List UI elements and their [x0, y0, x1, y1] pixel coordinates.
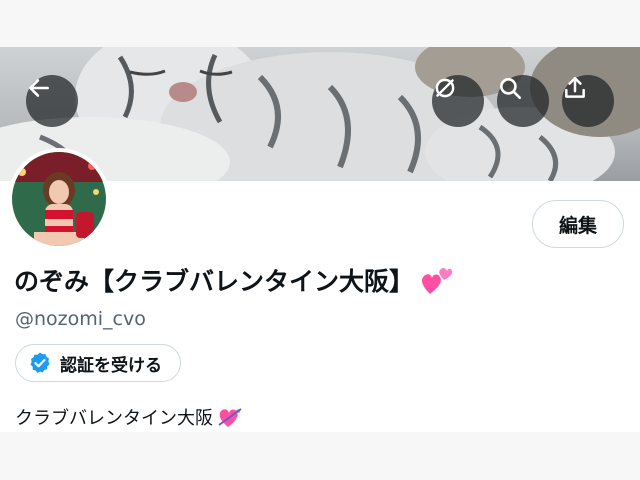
two-hearts-emoji [420, 264, 454, 296]
share-icon [565, 77, 585, 98]
profile-bio: クラブバレンタイン大阪 [15, 404, 243, 430]
search-icon [500, 78, 522, 100]
bottom-area [0, 432, 640, 480]
search-button[interactable] [497, 75, 549, 127]
edit-profile-button[interactable]: 編集 [532, 200, 624, 248]
translate-button[interactable] [432, 75, 484, 127]
user-handle: @nozomi_cvo [15, 308, 146, 330]
get-verified-label: 認証を受ける [60, 355, 162, 376]
share-button[interactable] [562, 75, 614, 127]
no-translate-icon [435, 78, 455, 98]
back-button[interactable] [26, 75, 78, 127]
bio-text: クラブバレンタイン大阪 [15, 408, 213, 429]
status-area [0, 0, 640, 47]
arrow-left-icon [29, 79, 49, 97]
heart-with-arrow-emoji [217, 405, 243, 429]
avatar-image [12, 152, 106, 246]
display-name: のぞみ【クラブバレンタイン大阪】 [14, 262, 454, 298]
get-verified-button[interactable]: 認証を受ける [15, 344, 181, 382]
profile-banner[interactable] [0, 47, 640, 181]
avatar[interactable] [12, 152, 106, 246]
verified-badge-icon [30, 352, 50, 373]
display-name-text: のぞみ【クラブバレンタイン大阪】 [14, 267, 415, 296]
